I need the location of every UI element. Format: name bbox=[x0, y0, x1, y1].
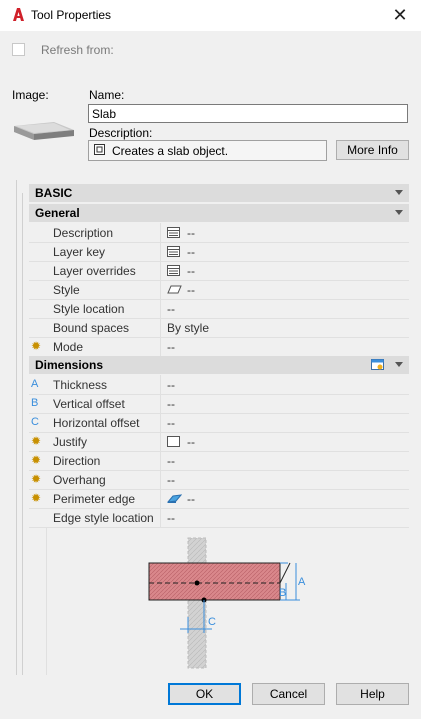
category-general-label: General bbox=[35, 206, 80, 220]
property-row-layer-key[interactable]: Layer key -- bbox=[29, 242, 409, 262]
property-name: Horizontal offset bbox=[53, 416, 140, 430]
table-icon[interactable] bbox=[167, 246, 180, 257]
help-button[interactable]: Help bbox=[336, 683, 409, 705]
grid-divider bbox=[22, 193, 23, 675]
property-name: Layer overrides bbox=[53, 264, 136, 278]
description-label: Description: bbox=[89, 126, 153, 140]
close-button[interactable]: ✕ bbox=[389, 5, 411, 25]
property-name: Justify bbox=[53, 435, 88, 449]
sun-marker-icon: ✹ bbox=[31, 472, 42, 486]
table-icon[interactable] bbox=[167, 227, 180, 238]
property-row-perimeter-edge[interactable]: ✹ Perimeter edge -- bbox=[29, 489, 409, 509]
property-name: Mode bbox=[53, 340, 84, 354]
property-value: -- bbox=[167, 397, 175, 411]
property-name: Description bbox=[53, 226, 114, 240]
property-value: -- bbox=[167, 340, 175, 354]
property-row-overhang[interactable]: ✹ Overhang -- bbox=[29, 470, 409, 490]
property-row-horizontal-offset[interactable]: C Horizontal offset -- bbox=[29, 413, 409, 433]
property-name: Thickness bbox=[53, 378, 108, 392]
category-dimensions[interactable]: Dimensions bbox=[29, 356, 409, 374]
property-value: -- bbox=[167, 511, 175, 525]
style-icon[interactable] bbox=[167, 284, 182, 295]
property-value: -- bbox=[167, 473, 175, 487]
property-name: Layer key bbox=[53, 245, 106, 259]
autocad-logo-icon bbox=[13, 8, 24, 21]
slab-dimension-diagram: A B C bbox=[148, 537, 306, 669]
property-value: -- bbox=[187, 283, 195, 297]
property-value: -- bbox=[187, 245, 195, 259]
refresh-label: Refresh from: bbox=[41, 43, 114, 57]
property-row-description[interactable]: Description -- bbox=[29, 223, 409, 243]
property-value: -- bbox=[167, 302, 175, 316]
property-value: -- bbox=[187, 226, 195, 240]
property-name: Perimeter edge bbox=[53, 492, 136, 506]
dimension-marker-a: A bbox=[31, 378, 39, 390]
chevron-down-icon[interactable] bbox=[395, 190, 403, 195]
property-row-justify[interactable]: ✹ Justify -- bbox=[29, 432, 409, 452]
dimension-settings-icon[interactable] bbox=[371, 358, 385, 372]
property-value: -- bbox=[187, 264, 195, 278]
sun-marker-icon: ✹ bbox=[31, 491, 42, 505]
slab-thumbnail-icon[interactable] bbox=[12, 118, 76, 148]
property-row-direction[interactable]: ✹ Direction -- bbox=[29, 451, 409, 471]
property-name: Edge style location bbox=[53, 511, 154, 525]
image-label: Image: bbox=[12, 88, 49, 102]
property-name: Direction bbox=[53, 454, 101, 468]
property-value: -- bbox=[167, 416, 175, 430]
property-value: -- bbox=[187, 435, 195, 449]
cancel-button[interactable]: Cancel bbox=[252, 683, 325, 705]
property-row-style[interactable]: Style -- bbox=[29, 280, 409, 300]
window-title: Tool Properties bbox=[31, 8, 112, 22]
category-basic-label: BASIC bbox=[35, 186, 73, 200]
dimension-marker-c: C bbox=[31, 416, 39, 428]
diagram-label-a: A bbox=[298, 576, 306, 588]
diagram-label-b: B bbox=[279, 587, 286, 599]
property-value: By style bbox=[167, 321, 210, 335]
name-label: Name: bbox=[89, 88, 125, 102]
sun-marker-icon: ✹ bbox=[31, 339, 42, 353]
property-row-bound-spaces[interactable]: Bound spaces By style bbox=[29, 318, 409, 338]
property-value: -- bbox=[187, 492, 195, 506]
property-name: Style location bbox=[53, 302, 125, 316]
category-basic[interactable]: BASIC bbox=[29, 184, 409, 202]
property-name: Overhang bbox=[53, 473, 106, 487]
property-row-style-location[interactable]: Style location -- bbox=[29, 299, 409, 319]
refresh-checkbox[interactable] bbox=[12, 43, 25, 56]
sun-marker-icon: ✹ bbox=[31, 453, 42, 467]
property-value: -- bbox=[167, 378, 175, 392]
property-row-mode[interactable]: ✹ Mode -- bbox=[29, 337, 409, 357]
property-row-layer-overrides[interactable]: Layer overrides -- bbox=[29, 261, 409, 281]
dimension-marker-b: B bbox=[31, 397, 39, 409]
description-text: Creates a slab object. bbox=[112, 144, 229, 158]
description-edit-icon bbox=[94, 144, 105, 155]
property-row-thickness[interactable]: A Thickness -- bbox=[29, 375, 409, 395]
name-input[interactable] bbox=[88, 104, 408, 123]
ok-button[interactable]: OK bbox=[168, 683, 241, 705]
title-bar: Tool Properties ✕ bbox=[0, 0, 421, 31]
category-dimensions-label: Dimensions bbox=[35, 358, 104, 372]
property-row-vertical-offset[interactable]: B Vertical offset -- bbox=[29, 394, 409, 414]
edge-icon[interactable] bbox=[167, 493, 182, 504]
property-name: Bound spaces bbox=[53, 321, 130, 335]
table-icon[interactable] bbox=[167, 265, 180, 276]
category-general[interactable]: General bbox=[29, 204, 409, 222]
chevron-down-icon[interactable] bbox=[395, 362, 403, 367]
justify-icon[interactable] bbox=[167, 436, 180, 447]
description-field[interactable]: Creates a slab object. bbox=[88, 140, 327, 161]
property-row-edge-style-location[interactable]: Edge style location -- bbox=[29, 508, 409, 528]
property-name: Style bbox=[53, 283, 80, 297]
diagram-label-c: C bbox=[208, 616, 216, 628]
sun-marker-icon: ✹ bbox=[31, 434, 42, 448]
more-info-button[interactable]: More Info bbox=[336, 140, 409, 160]
property-value: -- bbox=[167, 454, 175, 468]
chevron-down-icon[interactable] bbox=[395, 210, 403, 215]
property-name: Vertical offset bbox=[53, 397, 125, 411]
